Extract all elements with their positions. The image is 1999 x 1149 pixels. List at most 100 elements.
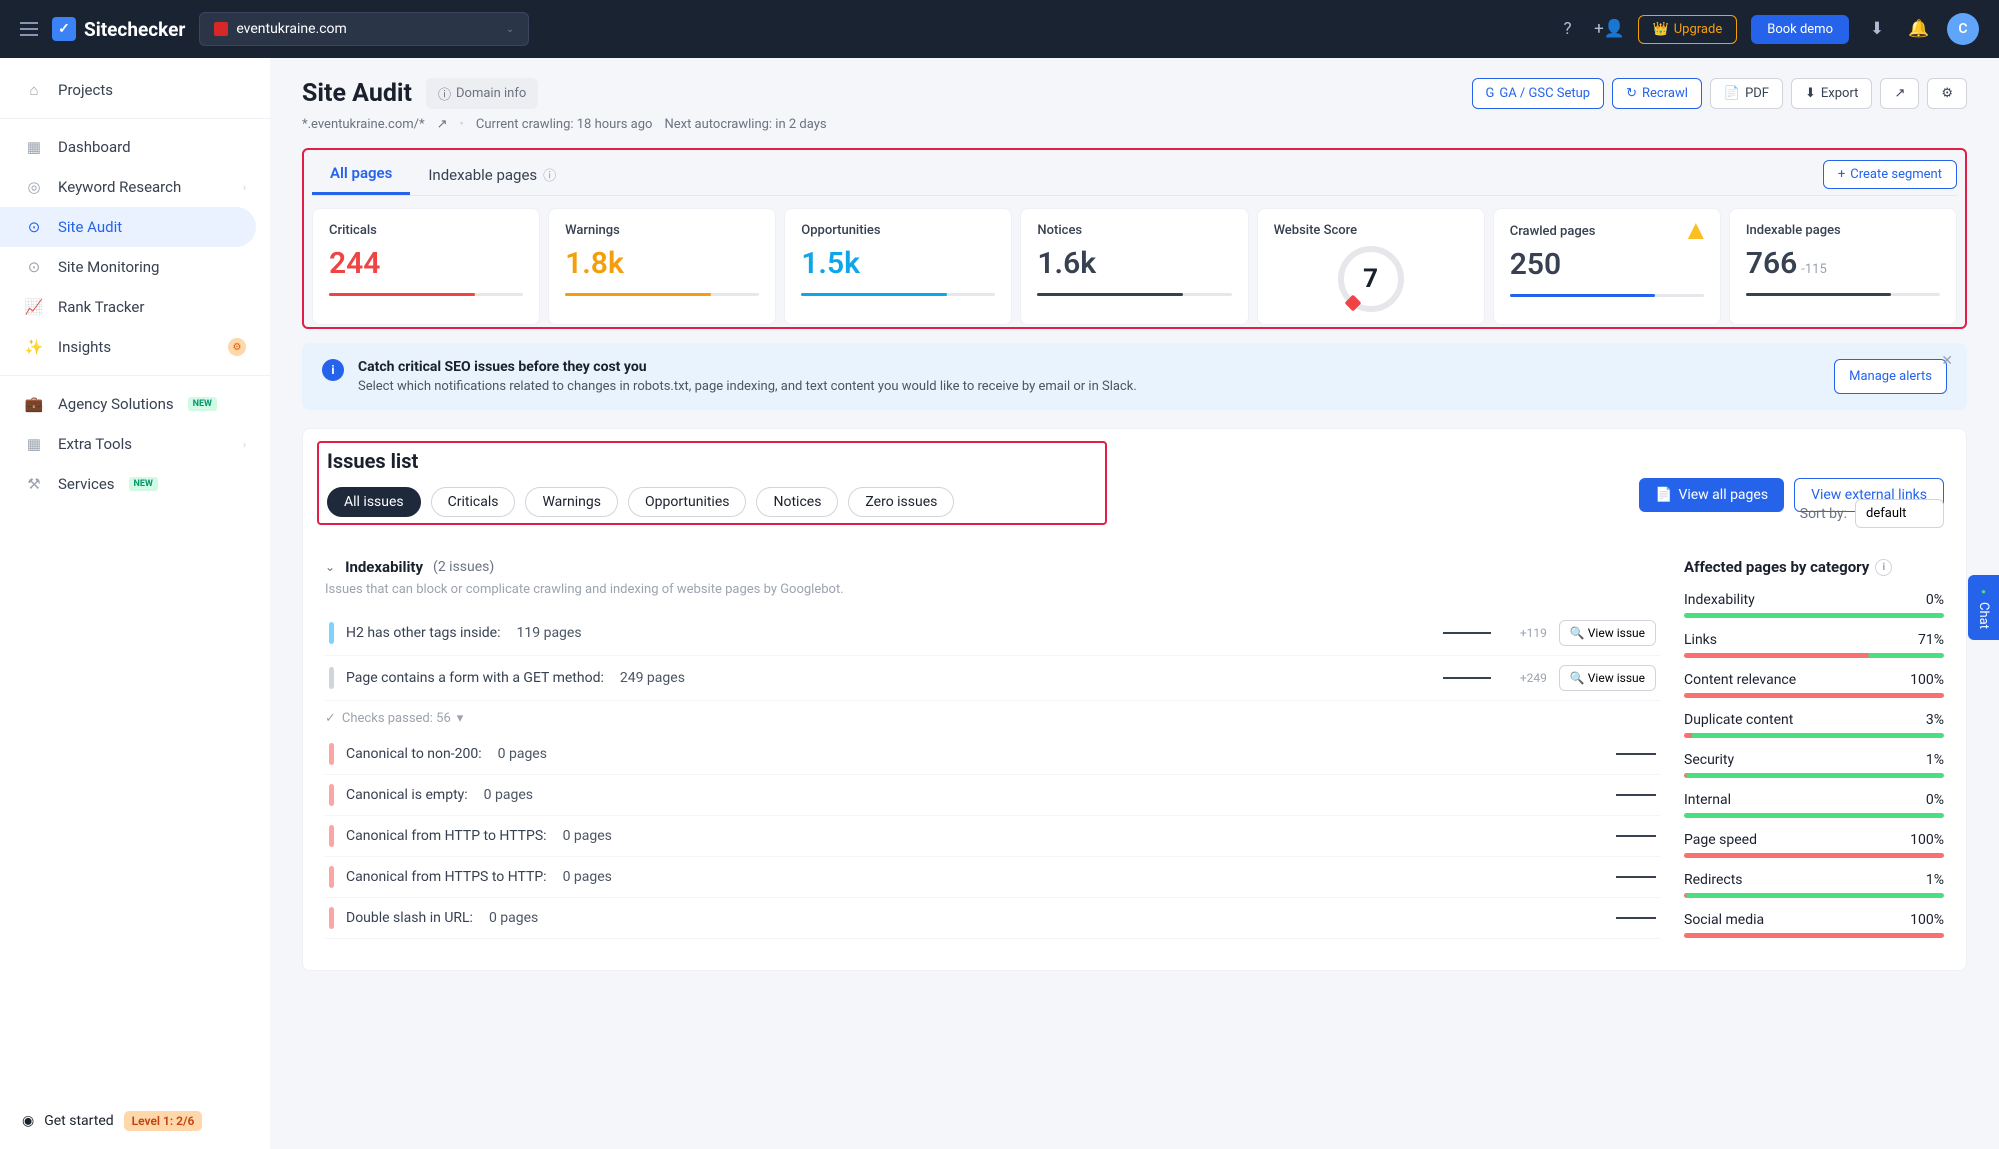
- sidebar-item-services[interactable]: ⚒ServicesNEW: [0, 464, 270, 504]
- download-icon[interactable]: ⬇: [1863, 15, 1891, 43]
- group-header[interactable]: ⌄ Indexability (2 issues): [325, 558, 1660, 576]
- grid-icon: ▦: [24, 435, 44, 453]
- severity-bar: [329, 866, 334, 888]
- spark-line: [1746, 293, 1940, 296]
- category-row[interactable]: Duplicate content3%: [1684, 712, 1944, 738]
- category-row[interactable]: Content relevance100%: [1684, 672, 1944, 698]
- checks-passed: ✓ Checks passed: 56 ▾: [325, 701, 1660, 734]
- sidebar-label: Services: [58, 475, 115, 493]
- filter-pill[interactable]: Criticals: [431, 487, 516, 517]
- metric-card[interactable]: Warnings 1.8k: [548, 208, 776, 325]
- chart-icon: 📈: [24, 298, 44, 316]
- alert-desc: Select which notifications related to ch…: [358, 379, 1820, 394]
- sort-label: Sort by:: [1800, 506, 1847, 522]
- sidebar-item-dashboard[interactable]: ▦Dashboard: [0, 127, 270, 167]
- category-row[interactable]: Internal0%: [1684, 792, 1944, 818]
- manage-alerts-button[interactable]: Manage alerts: [1834, 359, 1947, 394]
- filter-pill[interactable]: Warnings: [525, 487, 618, 517]
- filter-pill[interactable]: Zero issues: [848, 487, 954, 517]
- card-value: 250: [1510, 247, 1704, 282]
- sidebar-item-insights[interactable]: ✨Insights⚙: [0, 327, 270, 367]
- filter-pill[interactable]: All issues: [327, 487, 421, 517]
- category-row[interactable]: Page speed100%: [1684, 832, 1944, 858]
- sidebar-item-monitoring[interactable]: ⊙Site Monitoring: [0, 247, 270, 287]
- chat-button[interactable]: Chat: [1968, 575, 1999, 641]
- view-all-pages-button[interactable]: 📄 View all pages: [1639, 478, 1784, 512]
- cat-name: Content relevance: [1684, 672, 1796, 688]
- breadcrumb[interactable]: *.eventukraine.com/*: [302, 117, 425, 132]
- menu-icon[interactable]: [20, 22, 38, 36]
- cat-pct: 0%: [1926, 792, 1944, 808]
- group-name: Indexability: [345, 558, 423, 576]
- card-title: Indexable pages: [1746, 223, 1940, 238]
- cat-name: Redirects: [1684, 872, 1743, 888]
- sidebar-label: Insights: [58, 338, 111, 356]
- view-issue-button[interactable]: 🔍 View issue: [1559, 665, 1656, 691]
- category-row[interactable]: Indexability0%: [1684, 592, 1944, 618]
- invite-icon[interactable]: +👤: [1596, 15, 1624, 43]
- ga-setup-button[interactable]: G GA / GSC Setup: [1472, 78, 1605, 109]
- settings-button[interactable]: ⚙: [1927, 78, 1967, 109]
- metric-card[interactable]: Indexable pages 766-115: [1729, 208, 1957, 325]
- group-desc: Issues that can block or complicate craw…: [325, 582, 1660, 597]
- category-row[interactable]: Redirects1%: [1684, 872, 1944, 898]
- sidebar-item-rank[interactable]: 📈Rank Tracker: [0, 287, 270, 327]
- metric-card[interactable]: Criticals 244: [312, 208, 540, 325]
- crawl-status: Current crawling: 18 hours ago: [476, 117, 653, 132]
- avatar[interactable]: C: [1947, 13, 1979, 45]
- brand-logo[interactable]: Sitechecker: [52, 17, 185, 41]
- close-icon[interactable]: ✕: [1941, 353, 1953, 369]
- sidebar-label: Projects: [58, 81, 113, 99]
- tab-all-pages[interactable]: All pages: [312, 154, 410, 195]
- issue-count: 0 pages: [489, 910, 538, 926]
- recrawl-button[interactable]: ↻ Recrawl: [1612, 78, 1702, 109]
- severity-bar: [329, 907, 334, 929]
- metric-card[interactable]: Crawled pages 250: [1493, 208, 1721, 325]
- issue-count: 119 pages: [517, 625, 582, 641]
- share-button[interactable]: ↗: [1880, 78, 1919, 109]
- filter-pill[interactable]: Opportunities: [628, 487, 747, 517]
- domain-info-button[interactable]: ⓘ Domain info: [426, 78, 538, 109]
- upgrade-button[interactable]: 👑 Upgrade: [1638, 15, 1738, 44]
- card-title: Notices: [1037, 223, 1231, 238]
- issue-count: 0 pages: [563, 869, 612, 885]
- spark-line: [1616, 835, 1656, 837]
- spark-line: [329, 293, 523, 296]
- tab-indexable[interactable]: Indexable pagesⓘ: [410, 155, 574, 194]
- sidebar-item-siteaudit[interactable]: ⊙Site Audit: [0, 207, 256, 247]
- sidebar-label: Keyword Research: [58, 178, 181, 196]
- export-button[interactable]: ⬇ Export: [1791, 78, 1872, 109]
- export-label: Export: [1821, 86, 1859, 101]
- annotation-box: All pages Indexable pagesⓘ + Create segm…: [302, 148, 1967, 329]
- bell-icon[interactable]: 🔔: [1905, 15, 1933, 43]
- metric-card[interactable]: Website Score7: [1257, 208, 1485, 325]
- create-segment-button[interactable]: + Create segment: [1823, 160, 1957, 189]
- delta: +119: [1503, 626, 1547, 640]
- view-all-label: View all pages: [1678, 487, 1768, 503]
- book-demo-button[interactable]: Book demo: [1751, 15, 1849, 44]
- sidebar-item-extra[interactable]: ▦Extra Tools›: [0, 424, 270, 464]
- view-issue-button[interactable]: 🔍 View issue: [1559, 620, 1656, 646]
- help-icon[interactable]: ?: [1554, 15, 1582, 43]
- cat-bar: [1684, 733, 1944, 738]
- sidebar-item-agency[interactable]: 💼Agency SolutionsNEW: [0, 384, 270, 424]
- sidebar-item-keyword[interactable]: ◎Keyword Research›: [0, 167, 270, 207]
- metric-card[interactable]: Opportunities 1.5k: [784, 208, 1012, 325]
- ga-label: GA / GSC Setup: [1499, 86, 1590, 101]
- pdf-button[interactable]: 📄 PDF: [1710, 78, 1783, 109]
- category-row[interactable]: Security1%: [1684, 752, 1944, 778]
- metric-card[interactable]: Notices 1.6k: [1020, 208, 1248, 325]
- sort-select[interactable]: default: [1855, 499, 1944, 528]
- cat-pct: 71%: [1918, 632, 1944, 648]
- filter-pill[interactable]: Notices: [756, 487, 838, 517]
- category-row[interactable]: Links71%: [1684, 632, 1944, 658]
- domain-selector[interactable]: eventukraine.com ⌄: [199, 12, 529, 46]
- cat-bar: [1684, 813, 1944, 818]
- sidebar-item-projects[interactable]: ⌂Projects: [0, 70, 270, 110]
- category-row[interactable]: Social media100%: [1684, 912, 1944, 938]
- services-icon: ⚒: [24, 475, 44, 493]
- sidebar-label: Agency Solutions: [58, 395, 174, 413]
- cat-bar: [1684, 693, 1944, 698]
- get-started-label[interactable]: Get started: [44, 1113, 113, 1129]
- issue-row: Canonical from HTTP to HTTPS: 0 pages: [325, 816, 1660, 857]
